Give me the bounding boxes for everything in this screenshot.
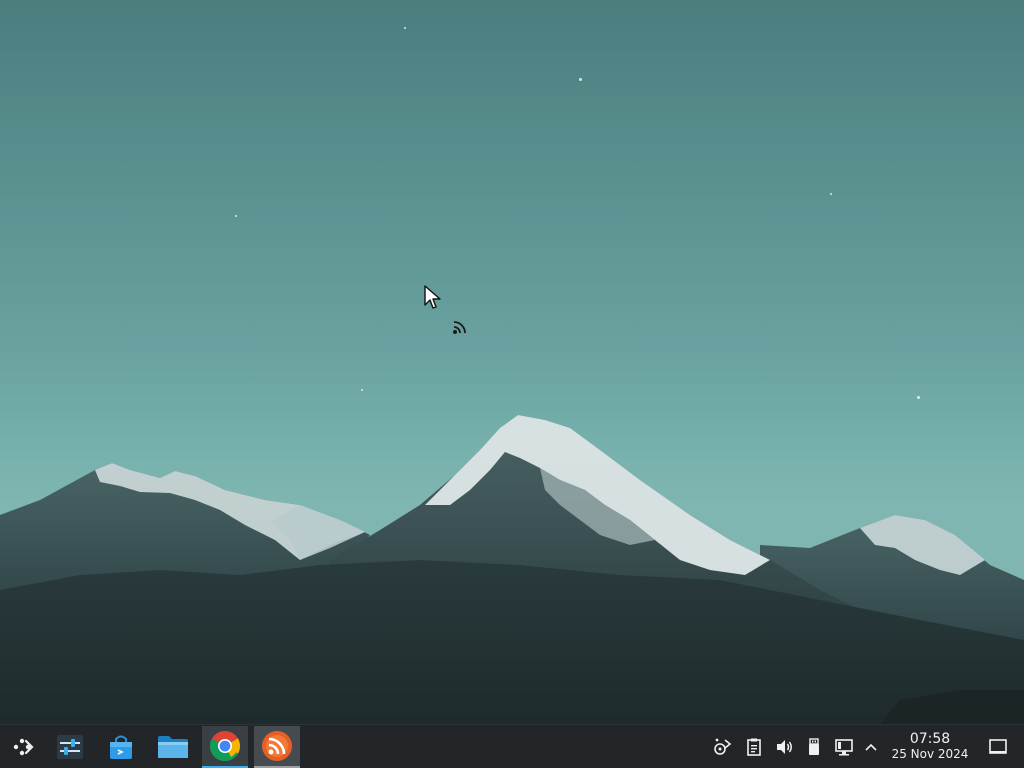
discover-button[interactable] [98, 726, 144, 768]
settings-sliders-icon [57, 735, 83, 759]
star [361, 389, 363, 391]
file-manager-button[interactable] [150, 726, 196, 768]
chrome-taskbar-button[interactable] [202, 726, 248, 768]
volume-icon[interactable] [774, 737, 794, 757]
usb-device-icon[interactable] [804, 737, 824, 757]
star [830, 193, 832, 195]
chevron-up-icon[interactable] [861, 737, 881, 757]
rss-reader-taskbar-button[interactable] [254, 726, 300, 768]
star [579, 78, 582, 81]
clock-time: 07:58 [909, 731, 951, 747]
clipboard-icon[interactable] [744, 737, 764, 757]
network-share-icon[interactable] [713, 737, 733, 757]
store-bag-icon [110, 735, 132, 759]
folder-icon [158, 736, 188, 758]
clock-date: 25 Nov 2024 [891, 747, 969, 761]
display-icon[interactable] [834, 737, 854, 757]
kde-launcher-icon [13, 738, 34, 756]
rss-feed-drag-icon [453, 321, 466, 334]
desktop[interactable] [0, 0, 1024, 724]
system-settings-button[interactable] [47, 726, 93, 768]
chrome-icon [209, 731, 241, 762]
digital-clock[interactable]: 07:58 25 Nov 2024 [884, 731, 976, 765]
application-launcher-button[interactable] [0, 726, 46, 768]
star [404, 27, 406, 29]
taskbar: 07:58 25 Nov 2024 [0, 724, 1024, 768]
star [917, 396, 920, 399]
show-desktop-button[interactable] [986, 735, 1010, 759]
mountain-wallpaper [0, 415, 1024, 724]
show-desktop-icon [989, 739, 1007, 754]
rss-icon [262, 731, 292, 761]
star [235, 215, 237, 217]
mouse-cursor-icon [424, 285, 441, 309]
